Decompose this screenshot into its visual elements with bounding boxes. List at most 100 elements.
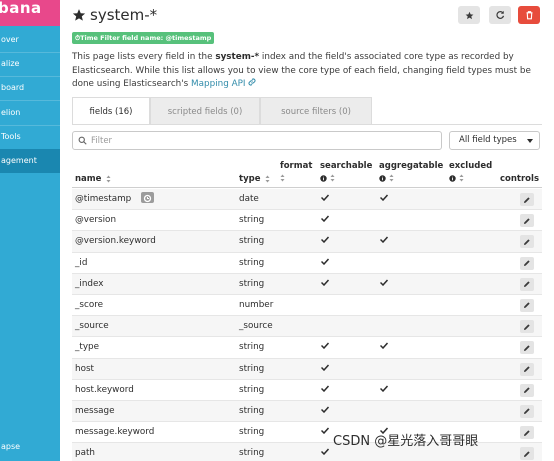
refresh-icon (496, 10, 505, 19)
field-type: string (239, 342, 265, 353)
field-type: _source (239, 321, 273, 332)
edit-field-button[interactable] (520, 193, 534, 206)
sidebar-item-label: alize (1, 59, 20, 68)
sort-icon (280, 174, 285, 182)
column-header-name[interactable]: name (75, 174, 111, 184)
filter-input[interactable] (91, 135, 421, 146)
field-name: _score (75, 299, 104, 310)
column-header-type[interactable]: type (239, 174, 270, 184)
table-row: _id string (72, 253, 542, 274)
delete-index-pattern-button[interactable] (518, 6, 540, 24)
column-header-searchable[interactable]: searchable (320, 161, 372, 171)
aggregatable-check-icon (379, 337, 389, 358)
edit-field-button[interactable] (520, 447, 534, 461)
star-icon (72, 9, 86, 21)
edit-field-button[interactable] (520, 341, 534, 355)
sidebar-item-visualize[interactable]: alize (0, 52, 60, 76)
sidebar-item-management[interactable]: agement (0, 149, 60, 173)
field-type: string (239, 427, 265, 438)
main-content: system-* ⏱Time Filter field name: @times… (60, 0, 554, 461)
field-name: _id (75, 257, 88, 268)
edit-field-button[interactable] (520, 214, 534, 228)
field-name: @timestamp (75, 189, 155, 210)
tab-fields[interactable]: fields (16) (72, 97, 150, 125)
brand-text: bana (0, 0, 42, 17)
table-row: _source _source (72, 316, 542, 338)
refresh-fields-button[interactable] (489, 6, 511, 24)
tab-source-filters[interactable]: source filters (0) (260, 97, 372, 125)
field-name: _type (75, 342, 100, 353)
pencil-icon (524, 429, 530, 436)
searchable-check-icon (320, 253, 330, 274)
table-row: host string (72, 358, 542, 380)
edit-field-button[interactable] (520, 426, 534, 440)
searchable-check-icon (320, 189, 330, 210)
table-row: _index string (72, 273, 542, 295)
sidebar-item-label: over (1, 35, 19, 44)
kibana-logo[interactable]: bana (0, 0, 60, 26)
filter-field[interactable] (72, 131, 442, 150)
description-text: This page lists every field in the (72, 52, 216, 62)
searchable-check-icon (320, 401, 330, 422)
edit-field-button[interactable] (520, 256, 534, 270)
searchable-check-icon (320, 359, 330, 380)
aggregatable-check-icon (379, 274, 389, 295)
time-filter-badge: ⏱Time Filter field name: @timestamp (72, 32, 215, 44)
field-type: string (239, 278, 265, 289)
table-row: _type string (72, 337, 542, 359)
sidebar-collapse[interactable]: apse (0, 435, 60, 459)
column-header-aggregatable[interactable]: aggregatable (379, 161, 443, 171)
field-name: message.keyword (75, 427, 155, 438)
pencil-icon (524, 366, 530, 372)
edit-field-button[interactable] (520, 277, 534, 291)
edit-field-button[interactable] (520, 404, 534, 418)
edit-field-button[interactable] (520, 235, 534, 249)
sidebar-item-timelion[interactable]: elion (0, 101, 60, 125)
field-type-select[interactable]: All field types (449, 131, 540, 150)
sidebar-item-dev-tools[interactable]: Tools (0, 125, 60, 149)
pencil-icon (524, 345, 530, 351)
mapping-api-link[interactable]: Mapping API (191, 78, 256, 89)
sidebar-item-discover[interactable]: over (0, 28, 60, 52)
edit-field-button[interactable] (520, 298, 534, 312)
pencil-icon (524, 408, 530, 415)
edit-field-button[interactable] (520, 362, 534, 376)
searchable-check-icon (320, 443, 330, 461)
field-type: string (239, 363, 265, 374)
sort-icon (265, 175, 270, 182)
edit-field-button[interactable] (520, 320, 534, 334)
sidebar-item-label: board (1, 83, 25, 92)
sidebar-item-dashboard[interactable]: board (0, 76, 60, 100)
pencil-icon (524, 260, 530, 267)
field-type: string (239, 384, 265, 395)
table-row: _score number (72, 295, 542, 317)
clock-icon (141, 192, 155, 203)
pencil-icon (524, 387, 530, 394)
pencil-icon (524, 196, 530, 203)
sidebar: bana over alize board elion Tools agemen… (0, 0, 60, 461)
field-type: string (239, 448, 265, 459)
field-type: string (239, 215, 265, 226)
field-name: @version.keyword (75, 236, 156, 247)
sort-icon (106, 175, 111, 182)
pencil-icon (524, 323, 530, 330)
page-description: This page lists every field in the syste… (72, 51, 542, 92)
aggregatable-check-icon (379, 189, 389, 210)
caret-down-icon (527, 139, 533, 143)
time-filter-text: Time Filter field name: @timestamp (80, 34, 212, 42)
sort-icon (459, 174, 464, 182)
column-header-controls: controls (500, 174, 539, 184)
pencil-icon (524, 451, 530, 457)
aggregatable-check-icon (379, 380, 389, 401)
pencil-icon (524, 281, 530, 288)
tab-scripted-fields[interactable]: scripted fields (0) (150, 97, 260, 125)
column-header-format[interactable]: format (280, 161, 312, 171)
field-name: host (75, 363, 94, 374)
set-default-button[interactable] (458, 6, 480, 24)
searchable-check-icon (320, 380, 330, 401)
page-header: system-* (72, 4, 157, 26)
edit-field-button[interactable] (520, 383, 534, 397)
field-name: path (75, 448, 95, 459)
column-header-excluded[interactable]: excluded (449, 161, 492, 171)
field-type-select-value: All field types (459, 135, 517, 145)
